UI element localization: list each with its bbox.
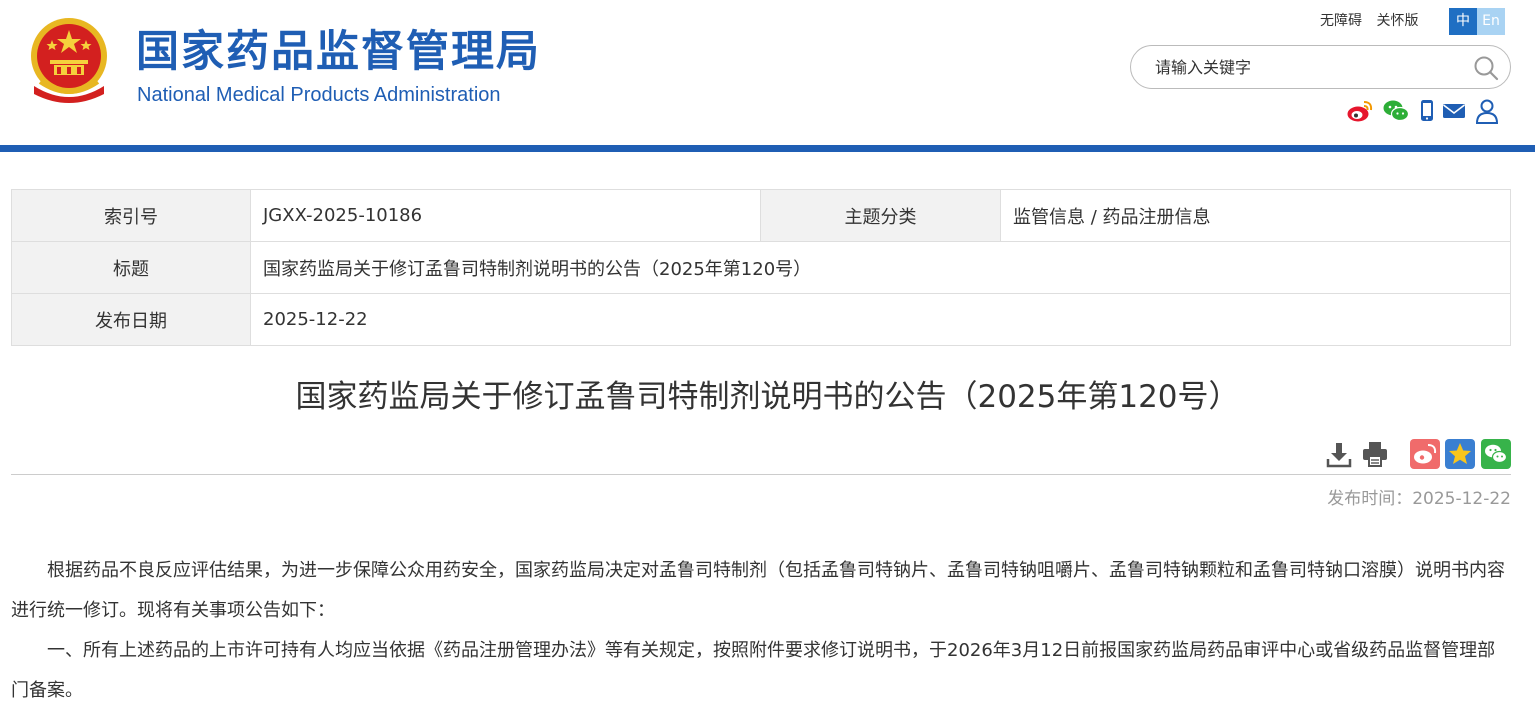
title-label: 标题 [11,241,251,294]
weibo-icon[interactable] [1346,98,1374,124]
site-title-en: National Medical Products Administration [137,84,501,106]
info-table: 索引号 JGXX-2025-10186 主题分类 监管信息 / 药品注册信息 标… [11,189,1511,346]
share-wechat-icon[interactable] [1481,439,1511,469]
title-value: 国家药监局关于修订孟鲁司特制剂说明书的公告（2025年第120号） [250,241,1511,294]
publish-time-value: 2025-12-22 [1412,489,1511,509]
topic-value: 监管信息 / 药品注册信息 [1000,189,1511,242]
search-input[interactable] [1155,56,1455,78]
mobile-icon[interactable] [1413,98,1441,124]
article-body: 根据药品不良反应评估结果，为进一步保障公众用药安全，国家药监局决定对孟鲁司特制剂… [11,551,1511,707]
site-header: 国家药品监督管理局 National Medical Products Admi… [0,0,1535,145]
download-icon[interactable] [1324,439,1354,469]
lang-zh-button[interactable]: 中 [1449,8,1477,35]
index-value: JGXX-2025-10186 [250,189,761,242]
search-icon[interactable] [1472,54,1500,82]
national-emblem-icon [31,18,107,103]
top-links: 无障碍 关怀版 [1320,11,1428,31]
wechat-icon[interactable] [1382,98,1410,124]
lang-en-button[interactable]: En [1477,8,1505,35]
title-divider [11,474,1511,475]
topic-label: 主题分类 [760,189,1001,242]
site-title-cn: 国家药品监督管理局 [136,27,541,77]
publish-time: 发布时间：2025-12-22 [1327,486,1511,512]
paragraph: 一、所有上述药品的上市许可持有人均应当依据《药品注册管理办法》等有关规定，按照附… [11,640,1496,701]
accessibility-link[interactable]: 无障碍 [1320,13,1362,29]
share-weibo-icon[interactable] [1410,439,1440,469]
mail-icon[interactable] [1440,98,1468,124]
user-icon[interactable] [1473,98,1501,124]
article-title: 国家药监局关于修订孟鲁司特制剂说明书的公告（2025年第120号） [295,379,1240,415]
date-value: 2025-12-22 [250,293,1511,346]
table-row: 索引号 JGXX-2025-10186 主题分类 监管信息 / 药品注册信息 [11,189,1511,242]
index-label: 索引号 [11,189,251,242]
search-box [1130,45,1511,89]
table-row: 标题 国家药监局关于修订孟鲁司特制剂说明书的公告（2025年第120号） [11,241,1511,294]
print-icon[interactable] [1360,439,1390,469]
share-favorite-icon[interactable] [1445,439,1475,469]
paragraph: 根据药品不良反应评估结果，为进一步保障公众用药安全，国家药监局决定对孟鲁司特制剂… [11,560,1505,621]
publish-time-label: 发布时间： [1327,489,1413,509]
elder-mode-link[interactable]: 关怀版 [1376,13,1418,29]
header-divider [0,145,1535,152]
table-row: 发布日期 2025-12-22 [11,293,1511,346]
date-label: 发布日期 [11,293,251,346]
